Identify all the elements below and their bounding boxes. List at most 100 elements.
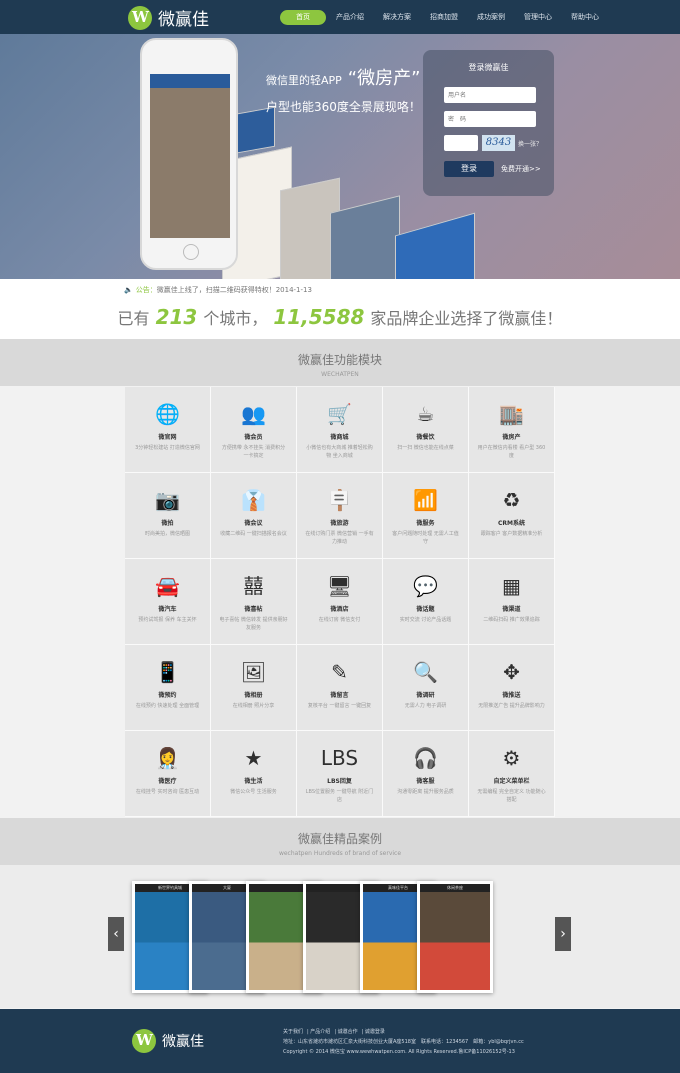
nav-products[interactable]: 产品介绍 [336, 10, 364, 25]
feature-tile[interactable]: 🌐 微官网 3分钟轻松建站 打造微信官网 [125, 387, 211, 473]
feature-name: 微汽车 [158, 606, 177, 613]
feature-desc: 预约试驾报 保养 车主关怀 [138, 617, 197, 623]
feature-tile[interactable]: 🏬 微房产 用户在微信内看楼 看户型 360度 [469, 387, 555, 473]
slogan-line2: 户型也能360度全景展现咯！ [266, 100, 421, 114]
feature-name: 微旅游 [330, 520, 349, 527]
case-thumbnail[interactable]: 休闲茶座 [417, 881, 493, 993]
feature-grid: 🌐 微官网 3分钟轻松建站 打造微信官网 👥 微会员 方便携带 永不挂失 消费积分 一卡搞… [125, 386, 555, 817]
nav-help[interactable]: 帮助中心 [571, 10, 599, 25]
nav-solutions[interactable]: 解决方案 [383, 10, 411, 25]
feature-desc: 在线相册 照片分享 [232, 703, 275, 709]
feature-name: 微商城 [330, 434, 349, 441]
feature-name: 微服务 [416, 520, 435, 527]
captcha-input[interactable] [444, 135, 478, 151]
stats-cities: 213 [155, 305, 198, 329]
nav-franchise[interactable]: 招商加盟 [430, 10, 458, 25]
footer-info: 关于我们 | 产品介绍 | 诚邀合作 | 诚邀登录 地址：山东省潍坊市潍坊区汇泉大街科… [283, 1027, 524, 1057]
members-icon: 👥 [241, 402, 266, 426]
feature-tile[interactable]: LBS LBS回复 LBS位置服务 一键导航 附近门店 [297, 731, 383, 817]
feature-tile[interactable]: 📷 微拍 时尚美拍，微信晒图 [125, 473, 211, 559]
feature-desc: 沟通零距离 提升服务品质 [397, 789, 454, 795]
feature-desc: 用户在微信内看楼 看户型 360度 [477, 445, 546, 459]
feature-tile[interactable]: ⚙ 自定义菜单栏 无需编程 完全自定义 功能随心搭配 [469, 731, 555, 817]
case-title: 休闲茶座 [420, 884, 490, 892]
feature-tile[interactable]: 囍微喜帖 电子喜帖 微信转发 提供亲朋好友服务 [211, 559, 297, 645]
footer-links: 关于我们 | 产品介绍 | 诚邀合作 | 诚邀登录 [283, 1029, 385, 1035]
feature-tile[interactable]: 👥 微会员 方便携带 永不挂失 消费积分 一卡搞定 [211, 387, 297, 473]
star-icon: ★ [244, 746, 263, 770]
sms-icon: 📱 [155, 660, 180, 684]
feature-tile[interactable]: 🔍 微调研 无需人力 电子调研 [383, 645, 469, 731]
feature-desc: 在线挂号 实时咨询 医患互动 [135, 789, 200, 795]
notice-text[interactable]: 微赢佳上线了，扫描二维码获得特权！2014-1-13 [157, 286, 312, 294]
speaker-icon: 🔈 [124, 286, 133, 294]
carousel-next-button[interactable]: › [555, 917, 571, 951]
cart-icon: 🛒 [327, 402, 352, 426]
feature-tile[interactable]: 🎧 微客服 沟通零距离 提升服务品质 [383, 731, 469, 817]
feature-desc: 跟踪客户 客户数据精准分析 [480, 531, 543, 537]
footer-logo[interactable]: 微赢佳 [132, 1029, 204, 1053]
slogan-big: “微房产” [347, 68, 421, 89]
app-screen-card [395, 212, 475, 279]
feature-tile[interactable]: 📶 微服务 客户问题随时处理 无需人工值守 [383, 473, 469, 559]
nav-cases[interactable]: 成功案例 [477, 10, 505, 25]
feature-tile[interactable]: 🚘 微汽车 预约试驾报 保养 车主关怀 [125, 559, 211, 645]
captcha-image[interactable]: 8343 [482, 135, 515, 151]
nurse-icon: 👩‍⚕ [155, 746, 180, 770]
feature-name: 微喜帖 [244, 606, 263, 613]
feature-name: 微预约 [158, 692, 177, 699]
carousel-prev-button[interactable]: ‹ [108, 917, 124, 951]
feature-tile[interactable]: 🪧 微旅游 在线订购门票 微信营销 一手有力推动 [297, 473, 383, 559]
feature-tile[interactable]: ★ 微生活 微信公众号 生活服务 [211, 731, 297, 817]
logo-icon [132, 1029, 156, 1053]
logo[interactable]: 微赢佳 [128, 5, 209, 30]
feature-tile[interactable]: ▦ 微渠道 二维码扫码 推广效果追踪 [469, 559, 555, 645]
footer-address: 地址：山东省潍坊市潍坊区汇泉大街科技创业大厦A座518室 联系电话：123456… [283, 1039, 524, 1045]
cases-header: 微赢佳精品案例 wechatpen Hundreds of brand of s… [0, 818, 680, 865]
feature-desc: 二维码扫码 推广效果追踪 [483, 617, 540, 623]
tie-icon: 👔 [241, 488, 266, 512]
camera-icon: 📷 [155, 488, 180, 512]
login-button[interactable]: 登录 [444, 161, 494, 177]
feature-name: LBS回复 [327, 778, 352, 785]
feature-name: 微渠道 [502, 606, 521, 613]
feature-name: 微医疗 [158, 778, 177, 785]
nav-home[interactable]: 首页 [280, 10, 326, 25]
login-title: 登录微赢佳 [468, 63, 509, 72]
footer-link-products[interactable]: 产品介绍 [310, 1029, 330, 1035]
footer-link-login[interactable]: 诚邀登录 [365, 1029, 385, 1035]
change-captcha-link[interactable]: 换一张？ [518, 139, 542, 148]
login-panel: 登录微赢佳 8343 换一张？ 登录 免费开通>> [423, 50, 554, 196]
feature-tile[interactable]: 👩‍⚕ 微医疗在线挂号 实时咨询 医患互动 [125, 731, 211, 817]
feature-name: 微酒店 [330, 606, 349, 613]
feature-desc: 无需编程 完全自定义 功能随心搭配 [477, 789, 546, 803]
feature-tile[interactable]: 👔 微会议 收藏二维码 一键扫描报名会议 [211, 473, 297, 559]
feature-tile[interactable]: ♻ CRM系统 跟踪客户 客户数据精准分析 [469, 473, 555, 559]
feature-tile[interactable]: 🛒 微商城小微信也有大商城 推着轻松购物 坐入商城 [297, 387, 383, 473]
feature-tile[interactable]: 📱 微预约 在线预约 快速处理 全面管理 [125, 645, 211, 731]
feature-name: 微调研 [416, 692, 435, 699]
username-input[interactable] [444, 87, 536, 103]
picture-icon: 🖼 [240, 660, 267, 684]
feature-tile[interactable]: ☕ 微餐饮 扫一扫 微信也能在线点菜 [383, 387, 469, 473]
password-input[interactable] [444, 111, 536, 127]
features-title: 微赢佳功能模块 [297, 353, 382, 367]
footer-link-about[interactable]: 关于我们 [283, 1029, 303, 1035]
move-icon: ✥ [503, 660, 520, 684]
feature-tile[interactable]: 🖥 微酒店 在线订房 微信支付 [297, 559, 383, 645]
nav-admin[interactable]: 管理中心 [524, 10, 552, 25]
signup-link[interactable]: 免费开通>> [501, 164, 541, 174]
feature-desc: LBS位置服务 一键导航 附近门店 [305, 789, 374, 803]
chat-icon: 💬 [413, 574, 438, 598]
feature-tile[interactable]: 🖼 微相册 在线相册 照片分享 [211, 645, 297, 731]
feature-name: CRM系统 [498, 520, 525, 527]
phone-mockup [140, 38, 238, 270]
feature-desc: 复核平台 一键留言 一键回复 [307, 703, 372, 709]
feature-desc: 小微信也有大商城 推着轻松购物 坐入商城 [306, 445, 373, 459]
shop-icon: 🏬 [499, 402, 524, 426]
footer-link-cooperate[interactable]: 诚邀合作 [338, 1029, 358, 1035]
feature-desc: 扫一扫 微信也能在线点菜 [397, 445, 454, 451]
feature-tile[interactable]: ✎ 微留言 复核平台 一键留言 一键回复 [297, 645, 383, 731]
feature-tile[interactable]: 💬 微话题 实时交流 讨论产品话题 [383, 559, 469, 645]
feature-tile[interactable]: ✥ 微推送 无限推送广告 提升品牌影响力 [469, 645, 555, 731]
